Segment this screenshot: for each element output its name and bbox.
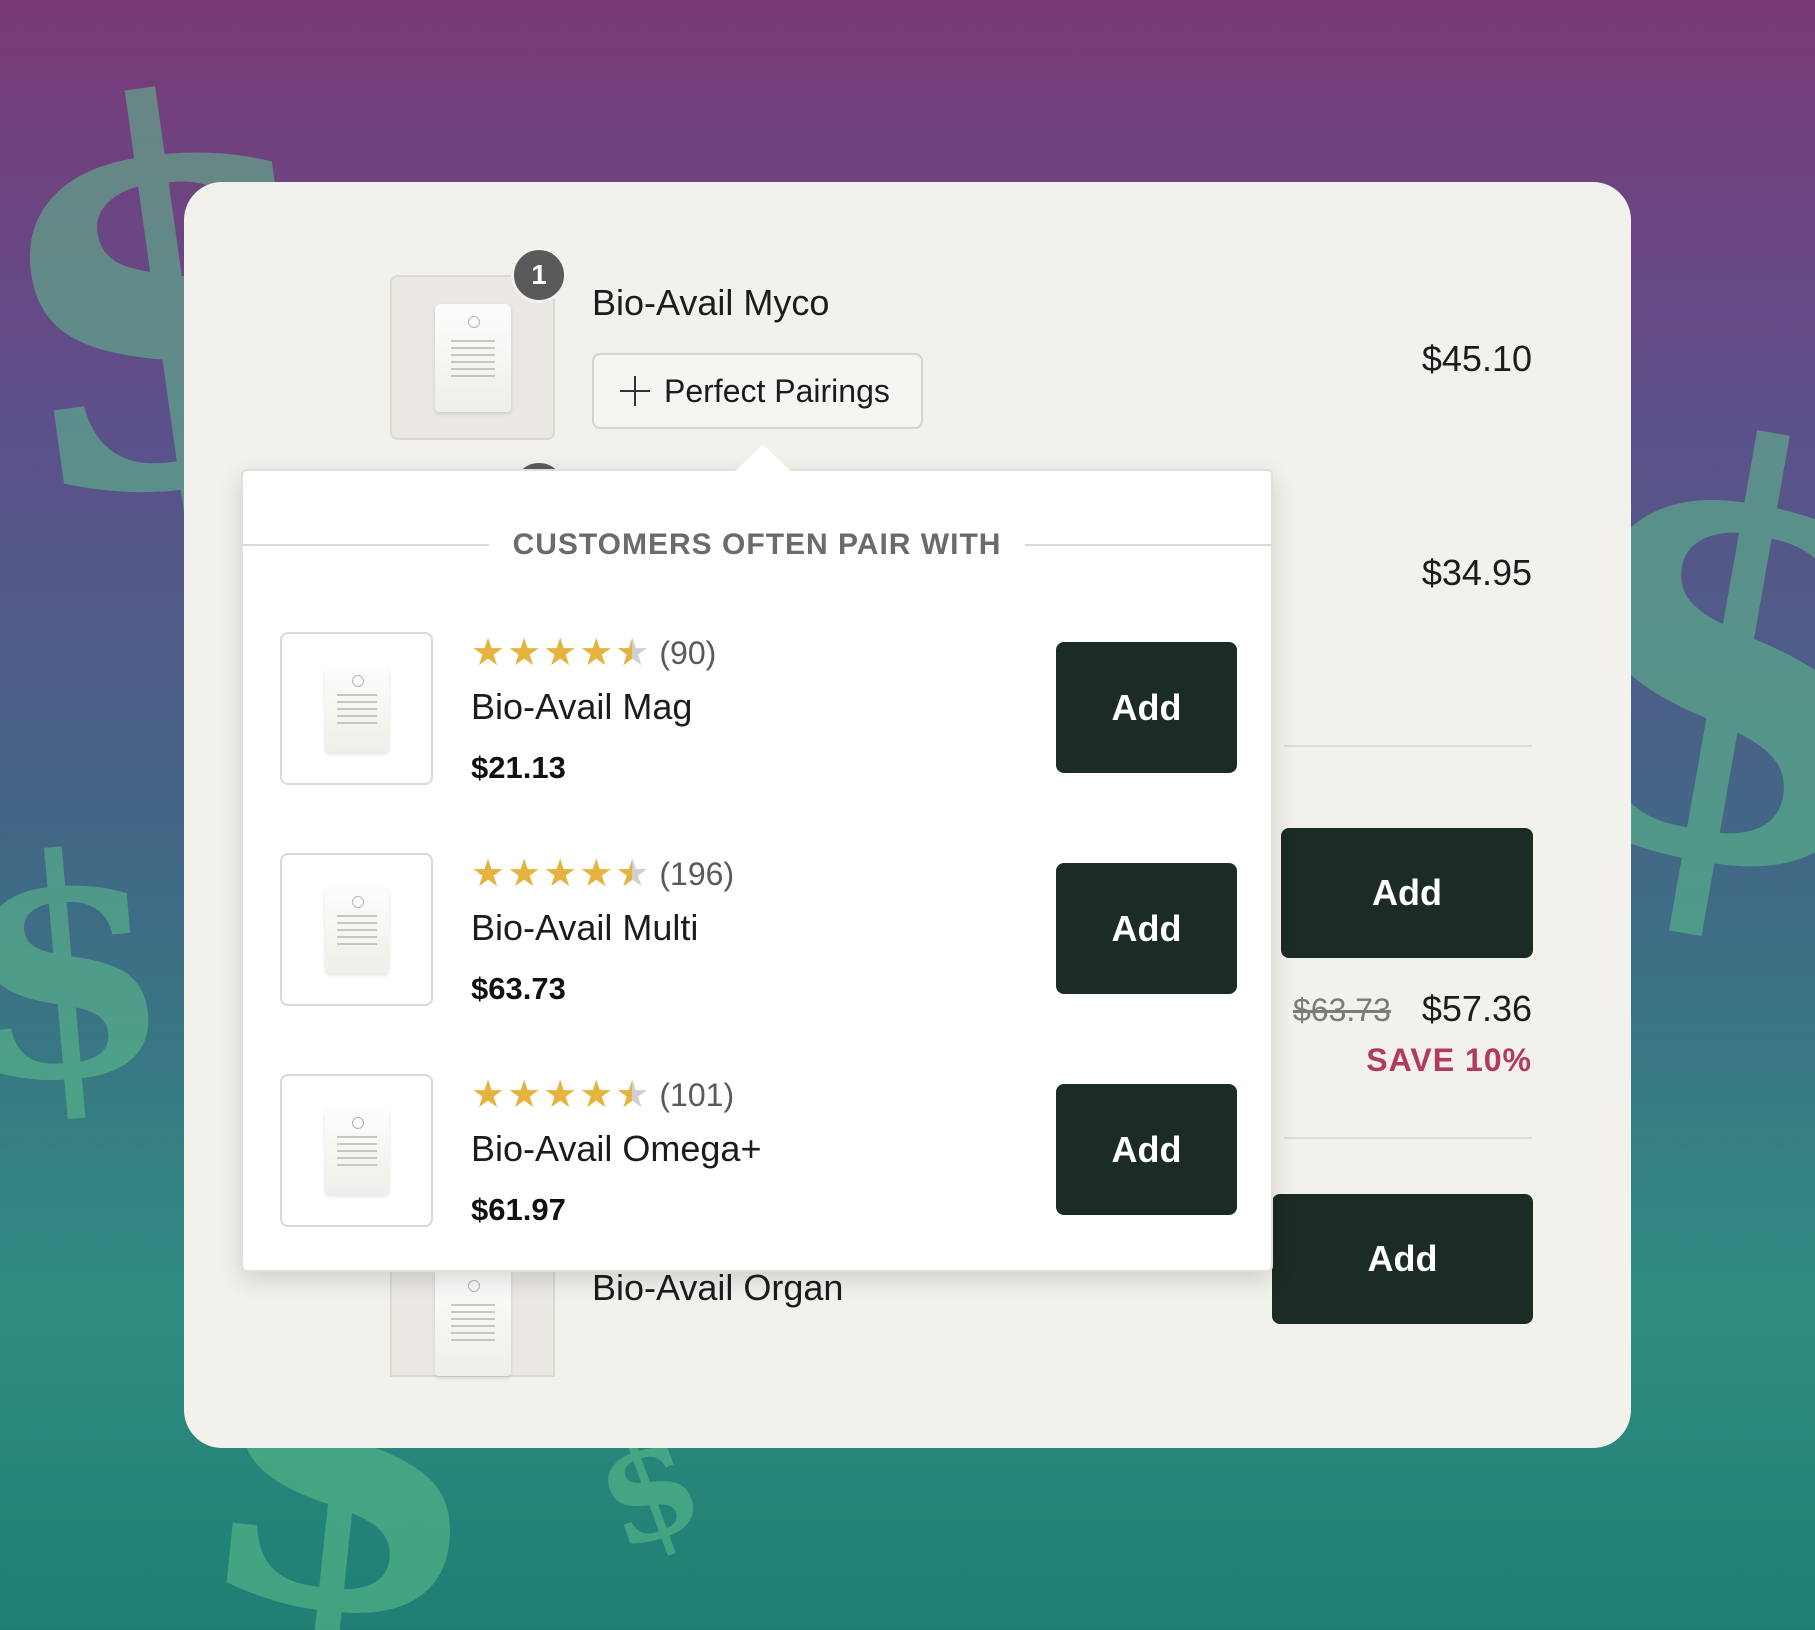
add-button[interactable]: Add <box>1272 1194 1533 1324</box>
pairing-name[interactable]: Bio-Avail Omega+ <box>471 1128 761 1170</box>
pairing-item: ★ ★ ★ ★ ★ (101) Bio-Avail Omega+ $61.97 … <box>243 1074 1271 1234</box>
perfect-pairings-label: Perfect Pairings <box>664 372 890 409</box>
star-rating: ★ ★ ★ ★ ★ (101) <box>471 1076 734 1114</box>
product-pouch-image <box>324 886 389 973</box>
review-count: (90) <box>659 635 717 671</box>
popover-arrow <box>735 445 791 471</box>
pairing-price: $63.73 <box>471 971 566 1006</box>
pairing-price: $21.13 <box>471 750 566 785</box>
pairing-item: ★ ★ ★ ★ ★ (196) Bio-Avail Multi $63.73 A… <box>243 853 1271 1013</box>
star-full-icon: ★ <box>471 853 506 895</box>
divider <box>1284 1137 1532 1139</box>
star-full-icon: ★ <box>579 853 614 895</box>
pairing-thumbnail[interactable] <box>280 632 433 785</box>
product-thumbnail <box>390 1267 555 1377</box>
star-full-icon: ★ <box>543 632 578 674</box>
background-dollar-sign: $ <box>0 784 184 1155</box>
perfect-pairings-popover: CUSTOMERS OFTEN PAIR WITH ★ ★ ★ ★ ★ (90)… <box>241 445 1273 1272</box>
pairing-thumbnail[interactable] <box>280 853 433 1006</box>
star-half-icon: ★ <box>615 1076 649 1114</box>
product-pouch-image <box>434 303 511 412</box>
add-button[interactable]: Add <box>1281 828 1533 958</box>
product-pouch-image <box>324 665 389 752</box>
divider <box>1284 745 1532 747</box>
header-rule <box>243 544 489 546</box>
cart-item-title[interactable]: Bio-Avail Myco <box>592 282 829 324</box>
star-half-icon: ★ <box>615 855 649 893</box>
star-full-icon: ★ <box>507 632 542 674</box>
plus-icon <box>620 376 650 406</box>
quantity-badge: 1 <box>511 247 567 303</box>
product-pouch-image <box>324 1107 389 1194</box>
perfect-pairings-button[interactable]: Perfect Pairings <box>592 353 923 429</box>
cart-item-price: $34.95 <box>1421 552 1532 593</box>
pairing-thumbnail[interactable] <box>280 1074 433 1227</box>
star-half-icon: ★ <box>615 634 649 672</box>
review-count: (196) <box>659 856 735 892</box>
discounted-price: $57.36 <box>1421 988 1532 1029</box>
star-rating: ★ ★ ★ ★ ★ (196) <box>471 855 734 893</box>
add-button[interactable]: Add <box>1056 1084 1237 1215</box>
header-rule <box>1025 544 1272 546</box>
product-pouch-image <box>434 1268 511 1376</box>
pairing-item: ★ ★ ★ ★ ★ (90) Bio-Avail Mag $21.13 Add <box>243 632 1271 792</box>
add-button[interactable]: Add <box>1056 642 1237 773</box>
popover-title: CUSTOMERS OFTEN PAIR WITH <box>512 528 1002 561</box>
pairing-name[interactable]: Bio-Avail Multi <box>471 907 698 949</box>
popover-header: CUSTOMERS OFTEN PAIR WITH <box>243 525 1272 565</box>
pairing-price: $61.97 <box>471 1192 566 1227</box>
cart-item-price: $45.10 <box>1421 338 1532 379</box>
save-badge: SAVE 10% <box>1366 1042 1532 1078</box>
star-full-icon: ★ <box>543 1074 578 1116</box>
star-full-icon: ★ <box>507 853 542 895</box>
cart-item-title[interactable]: Bio-Avail Organ <box>592 1267 843 1309</box>
pairing-name[interactable]: Bio-Avail Mag <box>471 686 692 728</box>
star-full-icon: ★ <box>579 632 614 674</box>
star-full-icon: ★ <box>507 1074 542 1116</box>
star-full-icon: ★ <box>579 1074 614 1116</box>
star-full-icon: ★ <box>471 632 506 674</box>
star-full-icon: ★ <box>471 1074 506 1116</box>
star-rating: ★ ★ ★ ★ ★ (90) <box>471 634 716 672</box>
add-button[interactable]: Add <box>1056 863 1237 994</box>
star-full-icon: ★ <box>543 853 578 895</box>
original-price: $63.73 <box>1293 992 1391 1028</box>
review-count: (101) <box>659 1077 735 1113</box>
